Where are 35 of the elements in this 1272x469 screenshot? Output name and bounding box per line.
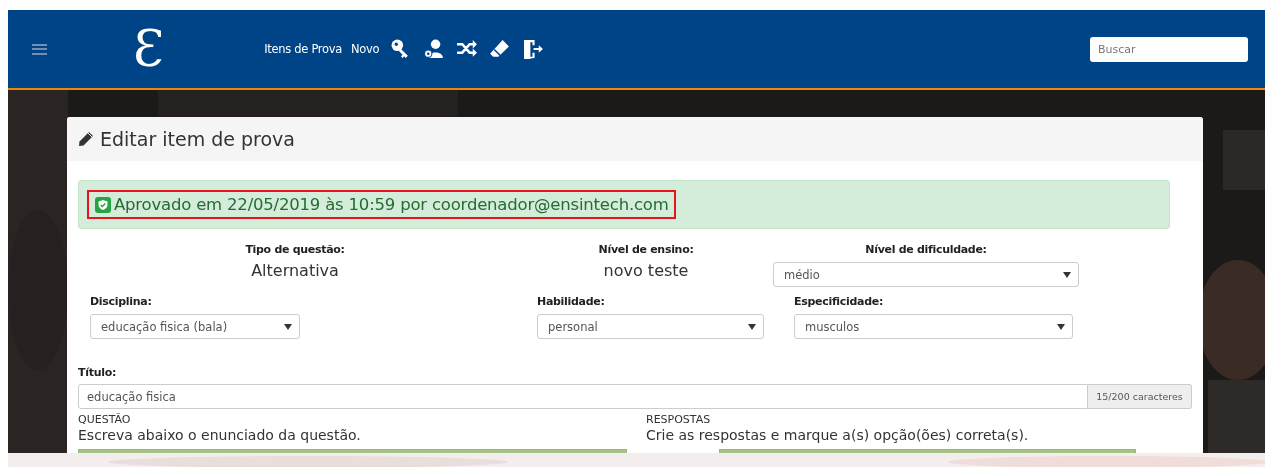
caret-icon [1057,323,1065,330]
character-counter: 15/200 caracteres [1088,384,1192,409]
field-label: Disciplina: [90,295,153,308]
user-gear-icon[interactable] [423,38,446,60]
section-heading: QUESTÃO [78,413,132,426]
field-label: Habilidade: [537,295,606,308]
section-heading: RESPOSTAS [646,413,712,426]
menu-icon[interactable] [32,43,47,55]
nav-link[interactable]: Itens de Prova [264,42,342,56]
eraser-icon[interactable] [489,38,512,60]
dropdown-select[interactable]: personal [537,314,764,339]
field-label: Tipo de questão: [245,243,345,256]
approval-text: Aprovado em 22/05/2019 às 10:59 por coordenador@ensintech.com [114,195,669,214]
field-label: Título: [78,366,117,379]
field-label: Nível de ensino: [598,243,694,256]
field-label: Especificidade: [794,295,885,308]
search-field[interactable]: Buscar [1090,36,1248,62]
caret-icon [748,323,756,330]
difficulty-select[interactable]: médio [773,262,1079,287]
caret-icon [1063,271,1071,278]
logo[interactable]: Ɛ [133,24,165,74]
title-input[interactable]: educação fisica [78,384,1088,409]
exit-icon[interactable] [522,38,545,60]
section-hint: Escreva abaixo o enunciado da questão. [78,427,362,443]
nav-link[interactable]: Novo [351,42,380,56]
field-value: Alternativa [251,261,339,280]
dropdown-select[interactable]: musculos [794,314,1073,339]
field-label: Nível de dificuldade: [865,243,987,256]
field-value: novo teste [603,261,689,280]
pencil-icon [78,131,94,147]
section-hint: Crie as respostas e marque a(s) opção(ões) correta(s). [646,427,1030,443]
dropdown-select[interactable]: educação fisica (bala) [90,314,300,339]
caret-icon [284,323,292,330]
shield-check-icon [95,196,111,213]
card-title: Editar item de prova [100,128,295,150]
